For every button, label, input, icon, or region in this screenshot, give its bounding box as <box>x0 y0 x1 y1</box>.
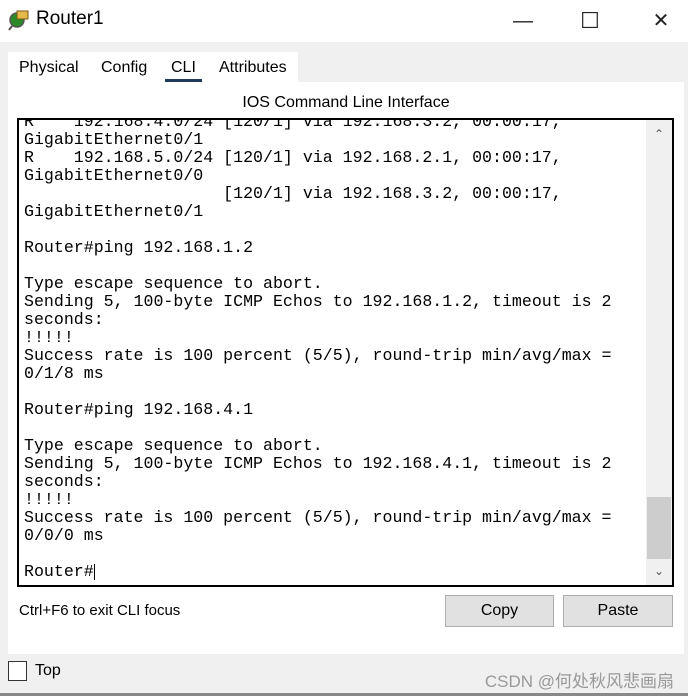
maximize-button[interactable]: ☐ <box>575 6 605 36</box>
router-icon <box>8 10 29 31</box>
terminal-line: !!!!! <box>24 490 74 509</box>
tab-attributes[interactable]: Attributes <box>219 59 287 77</box>
scroll-thumb[interactable] <box>647 497 671 559</box>
scroll-down-icon[interactable]: ⌄ <box>646 561 672 581</box>
top-label: Top <box>35 662 61 679</box>
terminal-line: seconds: <box>24 310 104 329</box>
tab-physical[interactable]: Physical <box>19 59 79 77</box>
terminal-line: Sending 5, 100-byte ICMP Echos to 192.16… <box>24 292 612 311</box>
terminal-line: Type escape sequence to abort. <box>24 274 323 293</box>
terminal-line: GigabitEthernet0/0 <box>24 166 204 185</box>
terminal-line: Router# <box>24 562 95 581</box>
scrollbar[interactable]: ⌃ ⌄ <box>646 120 672 585</box>
paste-button[interactable]: Paste <box>563 595 673 627</box>
terminal-line: [120/1] via 192.168.3.2, 00:00:17, <box>24 184 562 203</box>
terminal-line: 0/0/0 ms <box>24 526 104 545</box>
terminal-line: Success rate is 100 percent (5/5), round… <box>24 346 612 365</box>
tab-cli[interactable]: CLI <box>165 59 202 83</box>
close-button[interactable]: ✕ <box>646 6 676 36</box>
cli-terminal[interactable]: R 192.168.4.0/24 [120/1] via 192.168.3.2… <box>17 118 674 587</box>
terminal-line: Sending 5, 100-byte ICMP Echos to 192.16… <box>24 454 612 473</box>
top-checkbox[interactable] <box>8 661 27 681</box>
terminal-line: GigabitEthernet0/1 <box>24 130 204 149</box>
watermark: CSDN @何处秋风悲画扇 <box>484 672 674 691</box>
terminal-line: 0/1/8 ms <box>24 364 104 383</box>
tab-config[interactable]: Config <box>101 59 147 77</box>
title-bar: Router1 — ☐ ✕ <box>0 0 688 42</box>
text-cursor <box>93 563 95 580</box>
tab-bar: Physical Config CLI Attributes <box>8 52 298 83</box>
terminal-line: !!!!! <box>24 328 74 347</box>
terminal-line: GigabitEthernet0/1 <box>24 202 204 221</box>
copy-button[interactable]: Copy <box>445 595 554 627</box>
terminal-line: Type escape sequence to abort. <box>24 436 323 455</box>
terminal-line: Success rate is 100 percent (5/5), round… <box>24 508 612 527</box>
cli-focus-hint: Ctrl+F6 to exit CLI focus <box>19 602 181 619</box>
terminal-output[interactable]: R 192.168.4.0/24 [120/1] via 192.168.3.2… <box>24 120 612 581</box>
cli-title: IOS Command Line Interface <box>242 94 450 111</box>
minimize-button[interactable]: — <box>508 6 538 36</box>
scroll-up-icon[interactable]: ⌃ <box>646 124 672 144</box>
terminal-line: seconds: <box>24 472 104 491</box>
terminal-line: Router#ping 192.168.1.2 <box>24 238 254 257</box>
terminal-line: Router#ping 192.168.4.1 <box>24 400 254 419</box>
terminal-line: R 192.168.5.0/24 [120/1] via 192.168.2.1… <box>24 148 562 167</box>
window-title: Router1 <box>36 8 104 29</box>
